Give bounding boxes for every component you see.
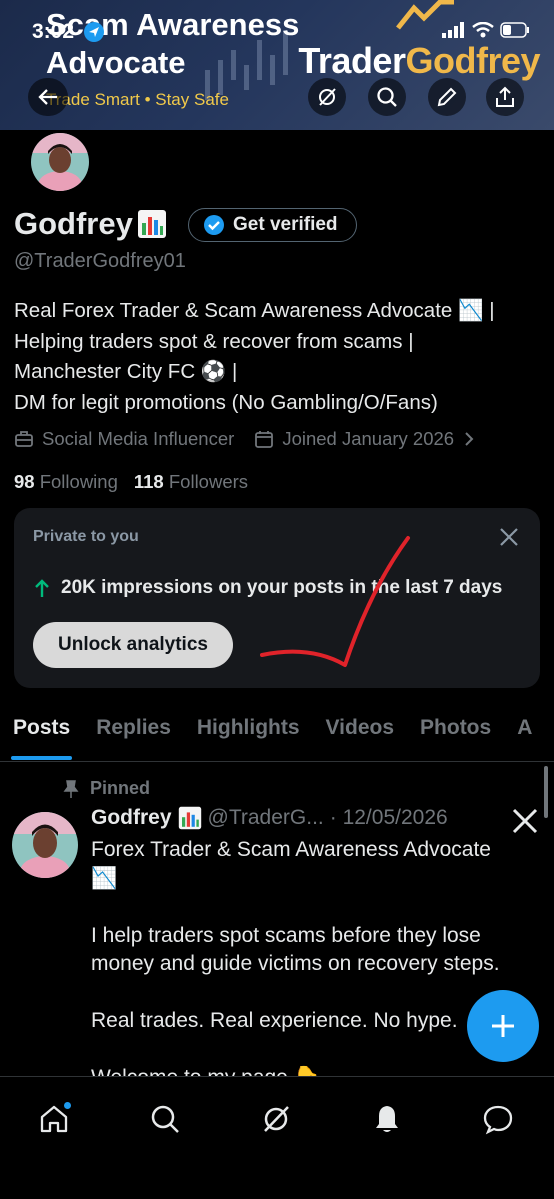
tab-posts[interactable]: Posts bbox=[0, 706, 83, 761]
post-handle: @TraderG... bbox=[207, 806, 324, 829]
profile-banner[interactable]: Scam Awareness Advocate Trade Smart • St… bbox=[0, 0, 554, 130]
unlock-analytics-button[interactable]: Unlock analytics bbox=[33, 622, 233, 668]
banner-subtitle: Trade Smart • Stay Safe bbox=[46, 90, 229, 109]
grok-icon bbox=[264, 1106, 289, 1132]
bio-line: Real Forex Trader & Scam Awareness Advoc… bbox=[14, 299, 495, 322]
search-button[interactable] bbox=[368, 78, 406, 116]
banner-title: Scam Awareness Advocate bbox=[46, 7, 300, 80]
profile-bio: Real Forex Trader & Scam Awareness Advoc… bbox=[14, 296, 544, 418]
tab-photos[interactable]: Photos bbox=[407, 706, 504, 761]
profile-name-row: Godfrey bbox=[14, 206, 167, 242]
post-author[interactable]: Godfrey bbox=[91, 806, 172, 830]
x-logo-icon bbox=[512, 808, 538, 834]
status-time: 3:02 bbox=[32, 20, 75, 43]
bottom-navigation bbox=[0, 1076, 554, 1199]
battery-icon bbox=[500, 22, 529, 38]
signal-icon bbox=[442, 22, 464, 38]
briefcase-icon bbox=[15, 431, 33, 447]
avatar-image bbox=[12, 812, 78, 878]
wifi-icon bbox=[472, 22, 494, 38]
profile-handle: @TraderGodfrey01 bbox=[14, 250, 186, 272]
share-icon bbox=[496, 86, 514, 107]
profile-avatar[interactable] bbox=[28, 130, 92, 194]
pinned-label: Pinned bbox=[62, 778, 150, 799]
follow-stats: 98 Following 118 Followers bbox=[14, 471, 248, 493]
banner-brand: TraderGodfrey bbox=[298, 40, 540, 81]
profile-meta: Social Media Influencer Joined January 2… bbox=[14, 428, 476, 450]
notification-dot bbox=[63, 1101, 72, 1110]
compose-post-button[interactable] bbox=[467, 990, 539, 1062]
grok-icon bbox=[319, 88, 336, 106]
grok-button[interactable] bbox=[308, 78, 346, 116]
messages-icon bbox=[483, 1105, 513, 1135]
arrow-up-icon bbox=[35, 579, 49, 597]
nav-search[interactable] bbox=[143, 1097, 187, 1141]
pin-icon bbox=[63, 779, 79, 798]
edit-button[interactable] bbox=[428, 78, 466, 116]
share-button[interactable] bbox=[486, 78, 524, 116]
edit-icon bbox=[437, 87, 457, 107]
tab-replies[interactable]: Replies bbox=[83, 706, 184, 761]
profile-category: Social Media Influencer bbox=[42, 428, 235, 449]
followers-link[interactable]: 118 Followers bbox=[134, 471, 248, 493]
search-icon bbox=[377, 87, 397, 107]
analytics-card-title: Private to you bbox=[33, 528, 139, 545]
bio-line: DM for legit promotions (No Gambling/O/F… bbox=[14, 390, 438, 414]
calendar-icon bbox=[255, 431, 274, 448]
bio-line: Helping traders spot & recover from scam… bbox=[14, 329, 414, 353]
verified-badge-icon bbox=[204, 215, 224, 235]
profile-name: Godfrey bbox=[14, 206, 133, 241]
following-link[interactable]: 98 Following bbox=[14, 471, 118, 493]
notifications-icon bbox=[376, 1106, 398, 1132]
status-icons bbox=[442, 22, 530, 38]
post-avatar[interactable] bbox=[12, 812, 78, 878]
post-date: · 12/05/2026 bbox=[329, 806, 448, 829]
nav-grok[interactable] bbox=[254, 1097, 298, 1141]
chevron-right-icon[interactable] bbox=[462, 430, 476, 448]
location-icon bbox=[84, 22, 104, 42]
profile-tabs: Posts Replies Highlights Videos Photos A bbox=[0, 706, 554, 762]
tab-articles[interactable]: A bbox=[504, 706, 545, 761]
search-icon bbox=[151, 1105, 179, 1133]
tab-videos[interactable]: Videos bbox=[313, 706, 407, 761]
plus-icon bbox=[492, 1015, 514, 1037]
chart-emoji-icon bbox=[178, 806, 201, 830]
tab-highlights[interactable]: Highlights bbox=[184, 706, 313, 761]
profile-joined-date[interactable]: Joined January 2026 bbox=[282, 428, 454, 450]
get-verified-button[interactable]: Get verified bbox=[188, 208, 357, 242]
bio-line: Manchester City FC ⚽ | bbox=[14, 360, 238, 383]
post-header: Godfrey @TraderG... · 12/05/2026 bbox=[91, 806, 448, 830]
get-verified-label: Get verified bbox=[233, 214, 338, 235]
close-icon[interactable] bbox=[498, 526, 520, 548]
active-tab-indicator bbox=[11, 756, 73, 760]
checkmark-annotation-icon bbox=[260, 536, 410, 667]
chart-emoji-icon bbox=[137, 210, 166, 238]
back-arrow-icon bbox=[38, 89, 57, 105]
nav-notifications[interactable] bbox=[365, 1097, 409, 1141]
scrollbar[interactable] bbox=[544, 766, 548, 818]
back-button[interactable] bbox=[28, 78, 68, 116]
nav-messages[interactable] bbox=[476, 1097, 520, 1141]
avatar-image bbox=[31, 133, 89, 191]
nav-home[interactable] bbox=[32, 1097, 76, 1141]
